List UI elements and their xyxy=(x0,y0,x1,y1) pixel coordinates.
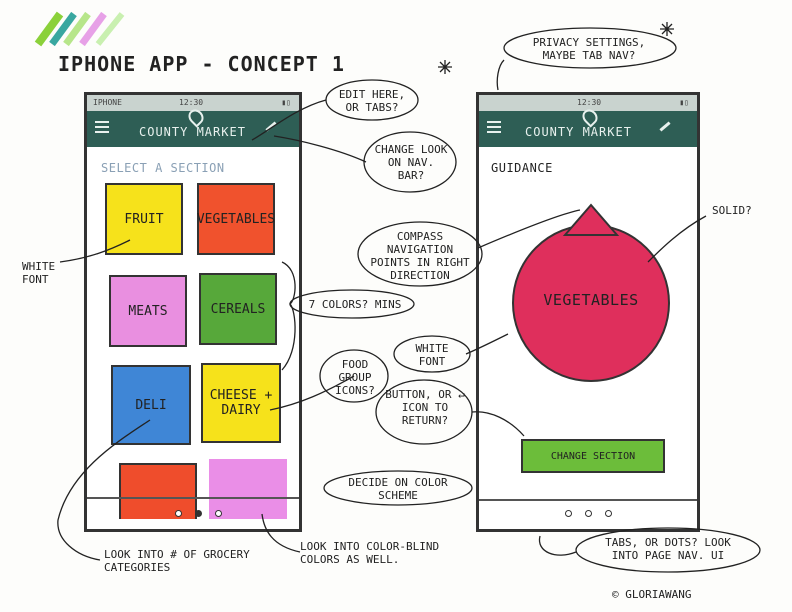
note-grocery-categories: LOOK INTO # OF GROCERY CATEGORIES xyxy=(104,548,250,574)
note-color-blind: LOOK INTO COLOR-BLIND COLORS AS WELL. xyxy=(300,540,440,566)
note-button-or-icon: BUTTON, OR ↵ ICON TO RETURN? xyxy=(385,388,465,427)
note-food-group-icons: FOOD GROUP ICONS? xyxy=(335,358,375,397)
note-edit-here: EDIT HERE, OR TABS? xyxy=(338,88,406,114)
note-white-font-left: WHITE FONT xyxy=(22,260,56,286)
note-solid: SOLID? xyxy=(712,204,752,217)
note-decide-color-scheme: DECIDE ON COLOR SCHEME xyxy=(348,476,448,502)
note-white-font-right: WHITE FONT xyxy=(415,342,449,368)
note-compass-navigation: COMPASS NAVIGATION POINTS IN RIGHT DIREC… xyxy=(370,230,470,282)
note-tabs-or-dots: TABS, OR DOTS? LOOK INTO PAGE NAV. UI xyxy=(605,536,731,562)
credit-signature: © GLORIAWANG xyxy=(612,588,692,601)
note-privacy-settings: PRIVACY SETTINGS, MAYBE TAB NAV? xyxy=(532,36,646,62)
note-change-look: CHANGE LOOK ON NAV. BAR? xyxy=(374,143,448,182)
note-seven-colors: 7 COLORS? MINS xyxy=(308,298,402,311)
